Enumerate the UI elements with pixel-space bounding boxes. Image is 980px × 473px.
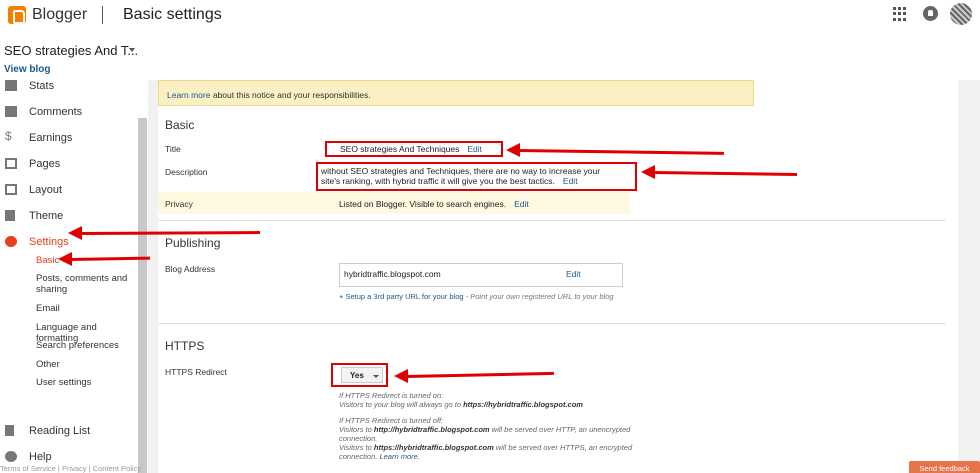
sidebar-item-layout[interactable]: Layout — [0, 179, 136, 203]
privacy-edit-link[interactable]: Edit — [514, 199, 529, 209]
blog-address-edit-link[interactable]: Edit — [566, 269, 581, 279]
https-off-line2: Visitors to https://hybridtraffic.blogsp… — [339, 443, 639, 461]
sidebar-item-pages[interactable]: Pages — [0, 153, 136, 177]
blog-selector[interactable]: SEO strategies And T... — [4, 43, 138, 58]
third-party-url-hint: + Setup a 3rd party URL for your blog - … — [339, 292, 619, 302]
chevron-down-icon[interactable] — [129, 48, 135, 52]
settings-subitem-email[interactable]: Email — [36, 303, 140, 314]
dollar-icon: $ — [5, 129, 12, 143]
annotation-box-title — [325, 141, 503, 157]
https-on-info: If HTTPS Redirect is turned on: Visitors… — [339, 391, 639, 409]
help-icon — [5, 451, 17, 462]
section-publishing-heading: Publishing — [165, 236, 221, 250]
https-redirect-label: HTTPS Redirect — [165, 367, 227, 377]
settings-subitem-search[interactable]: Search preferences — [36, 340, 140, 351]
settings-subitem-other[interactable]: Other — [36, 359, 140, 370]
setup-third-party-url-link[interactable]: + Setup a 3rd party URL for your blog — [339, 292, 464, 301]
footer-links[interactable]: Terms of Service | Privacy | Content Pol… — [0, 464, 141, 473]
description-label: Description — [165, 167, 208, 177]
https-on-text: Visitors to your blog will always go to — [339, 400, 464, 409]
https-on-url: https://hybridtraffic.blogspot.com — [463, 400, 583, 409]
privacy-label: Privacy — [165, 199, 193, 209]
section-https-heading: HTTPS — [165, 339, 205, 353]
gear-icon — [5, 236, 17, 247]
sidebar-item-label: Earnings — [29, 132, 73, 144]
layout-icon — [5, 184, 17, 195]
sidebar-item-label: Settings — [29, 236, 69, 248]
avatar[interactable] — [950, 3, 972, 25]
sidebar-scrollbar[interactable] — [138, 118, 147, 473]
comment-icon — [5, 106, 17, 117]
apps-grid-icon[interactable] — [893, 7, 907, 21]
bookmark-icon — [5, 425, 14, 436]
https-off-info: If HTTPS Redirect is turned off: Visitor… — [339, 416, 639, 461]
brand-name[interactable]: Blogger — [32, 6, 87, 24]
sidebar-item-stats[interactable]: Stats — [0, 75, 136, 99]
https-on-line: Visitors to your blog will always go to … — [339, 400, 639, 409]
view-blog-link[interactable]: View blog — [4, 64, 51, 75]
sidebar-item-label: Theme — [29, 210, 64, 222]
settings-content: Learn more about this notice and your re… — [158, 80, 958, 473]
https-off-text-3: Visitors to — [339, 443, 374, 452]
https-off-http-url: http://hybridtraffic.blogspot.com — [373, 425, 490, 434]
https-off-title: If HTTPS Redirect is turned off: — [339, 416, 444, 425]
sidebar-item-label: Help — [29, 451, 52, 463]
sidebar-item-label: Stats — [29, 80, 55, 92]
blogger-logo-icon[interactable] — [8, 6, 26, 24]
sidebar-item-label: Layout — [29, 184, 63, 196]
settings-subitem-users[interactable]: User settings — [36, 377, 140, 388]
section-divider — [158, 323, 946, 324]
notice-text: about this notice and your responsibilit… — [210, 90, 371, 100]
pages-icon — [5, 158, 17, 169]
https-off-https-url: https://hybridtraffic.blogspot.com — [373, 443, 494, 452]
privacy-value: Listed on Blogger. Visible to search eng… — [339, 199, 507, 209]
sidebar-item-earnings[interactable]: $ Earnings — [0, 127, 136, 151]
sidebar-item-comments[interactable]: Comments — [0, 101, 136, 125]
https-off-text-1: Visitors to — [339, 425, 374, 434]
page-title: Basic settings — [123, 6, 222, 23]
sidebar-item-reading-list[interactable]: Reading List — [0, 420, 136, 444]
blog-selector-bar: SEO strategies And T... View blog — [0, 32, 980, 80]
learn-more-link[interactable]: Learn more — [167, 90, 210, 100]
https-on-title: If HTTPS Redirect is turned on: — [339, 391, 444, 400]
https-off-line1: Visitors to http://hybridtraffic.blogspo… — [339, 425, 639, 443]
sidebar: Stats Comments $ Earnings Pages Layout T… — [0, 80, 148, 473]
blog-address-label: Blog Address — [165, 264, 216, 274]
section-divider — [158, 220, 946, 221]
settings-subitem-posts[interactable]: Posts, comments and sharing — [36, 273, 140, 295]
sidebar-item-label: Comments — [29, 106, 83, 118]
setup-hint-text: - Point your own registered URL to your … — [463, 292, 614, 301]
main-scroll-gutter — [964, 80, 974, 473]
header-divider — [102, 6, 103, 24]
notice-banner: Learn more about this notice and your re… — [158, 80, 754, 106]
blog-address-field: hybridtraffic.blogspot.com Edit — [339, 263, 623, 287]
section-basic-heading: Basic — [165, 118, 195, 132]
notifications-icon[interactable] — [923, 6, 938, 21]
theme-icon — [5, 210, 15, 221]
blog-address-value: hybridtraffic.blogspot.com — [344, 269, 441, 279]
send-feedback-button[interactable]: Send feedback — [909, 461, 980, 473]
annotation-box-description — [316, 162, 637, 191]
stats-icon — [5, 80, 17, 91]
sidebar-item-label: Pages — [29, 158, 61, 170]
annotation-box-https — [331, 363, 388, 387]
top-bar: Blogger Basic settings — [0, 0, 980, 32]
sidebar-item-label: Reading List — [29, 425, 91, 437]
privacy-value-row: Listed on Blogger. Visible to search eng… — [339, 199, 529, 209]
https-learn-more-link[interactable]: Learn more. — [379, 452, 419, 461]
title-label: Title — [165, 144, 181, 154]
main-panel: Learn more about this notice and your re… — [148, 80, 980, 473]
